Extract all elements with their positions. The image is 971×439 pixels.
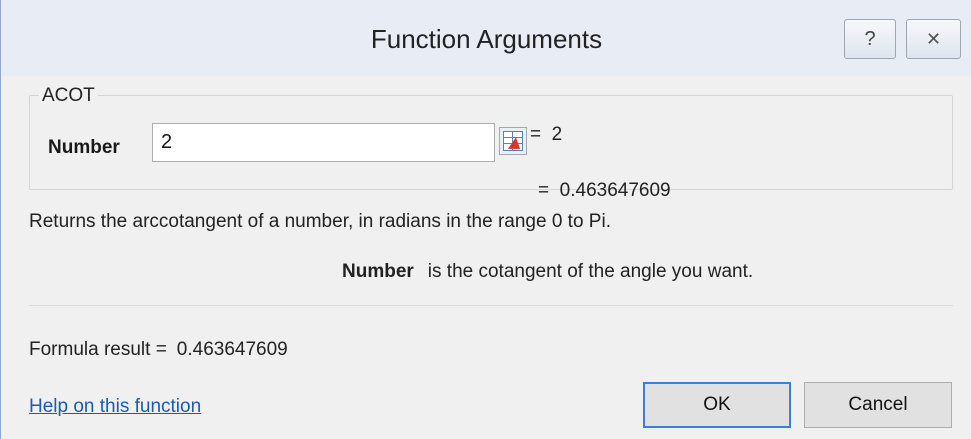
collapse-dialog-button[interactable] — [499, 127, 527, 155]
title-bar: Function Arguments ? ✕ — [1, 0, 971, 76]
separator — [29, 305, 953, 306]
question-mark-icon: ? — [864, 28, 876, 50]
argument-description-text: is the cotangent of the angle you want. — [427, 261, 754, 282]
number-input[interactable] — [152, 123, 495, 162]
argument-description: Number is the cotangent of the angle you … — [342, 261, 753, 283]
close-button[interactable]: ✕ — [906, 19, 961, 59]
formula-result-label: Formula result = — [29, 339, 167, 360]
function-description: Returns the arccotangent of a number, in… — [29, 211, 611, 232]
help-button[interactable]: ? — [844, 19, 896, 59]
argument-label: Number — [48, 137, 120, 158]
ok-button[interactable]: OK — [643, 382, 791, 428]
dialog-body: ACOT Number = 2 = 0.463647609 Returns th… — [2, 76, 971, 439]
argument-description-name: Number — [342, 261, 414, 282]
dialog-title: Function Arguments — [370, 24, 603, 54]
function-name: ACOT — [39, 85, 98, 107]
close-icon: ✕ — [925, 29, 942, 49]
arguments-group: ACOT Number — [29, 85, 953, 190]
function-arguments-dialog: Function Arguments ? ✕ ACOT Number = 2 =… — [0, 0, 971, 439]
formula-result-value: 0.463647609 — [176, 339, 288, 360]
argument-value-preview: = 2 — [530, 124, 563, 145]
result-preview: = 0.463647609 — [538, 180, 671, 201]
cancel-button[interactable]: Cancel — [804, 382, 952, 428]
formula-result: Formula result = 0.463647609 — [29, 339, 288, 361]
help-on-function-link[interactable]: Help on this function — [29, 396, 201, 418]
